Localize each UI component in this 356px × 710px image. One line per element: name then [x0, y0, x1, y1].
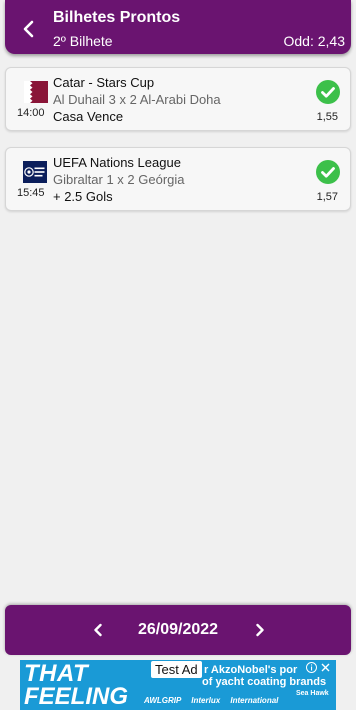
match-result: Al Duhail 3 x 2 Al-Arabi Doha — [53, 92, 221, 107]
bet-odd: 1,57 — [316, 191, 338, 203]
check-circle-icon — [316, 80, 340, 104]
ticket-card[interactable]: 14:00 Catar - Stars Cup Al Duhail 3 x 2 … — [5, 67, 351, 131]
bet-odd: 1,55 — [316, 111, 338, 123]
qatar-flag-icon — [24, 81, 48, 103]
top-bar: Bilhetes Prontos 2º Bilhete Odd: 2,43 — [5, 0, 351, 54]
ad-brands: AWLGRIP Interlux International — [144, 696, 279, 705]
close-icon[interactable] — [320, 662, 331, 673]
league-name: UEFA Nations League — [53, 155, 181, 170]
test-ad-badge: Test Ad — [151, 661, 202, 678]
match-time: 14:00 — [17, 107, 45, 119]
ad-banner[interactable]: THAT FEELING r AkzoNobel's por of yacht … — [20, 660, 336, 710]
ad-brand-logo: Sea Hawk — [296, 690, 329, 697]
bet-market: + 2.5 Gols — [53, 189, 113, 204]
bet-market: Casa Vence — [53, 109, 124, 124]
next-date-button[interactable] — [253, 622, 267, 638]
ad-headline: FEELING — [24, 683, 129, 710]
uefa-nations-league-logo — [23, 161, 47, 183]
info-icon[interactable] — [306, 662, 317, 673]
back-button[interactable] — [19, 18, 39, 40]
date-navigator: 26/09/2022 — [5, 605, 351, 655]
ad-copy: of yacht coating brands — [202, 676, 327, 688]
ticket-card[interactable]: 15:45 UEFA Nations League Gibraltar 1 x … — [5, 147, 351, 211]
ad-copy: r AkzoNobel's por — [204, 664, 298, 676]
check-circle-icon — [316, 160, 340, 184]
current-date: 26/09/2022 — [137, 621, 219, 638]
match-result: Gibraltar 1 x 2 Geórgia — [53, 172, 185, 187]
page-title: Bilhetes Prontos — [53, 9, 181, 26]
match-time: 15:45 — [17, 187, 45, 199]
ticket-subtitle: 2º Bilhete — [53, 33, 113, 49]
total-odd: Odd: 2,43 — [283, 33, 346, 49]
league-name: Catar - Stars Cup — [53, 75, 155, 90]
